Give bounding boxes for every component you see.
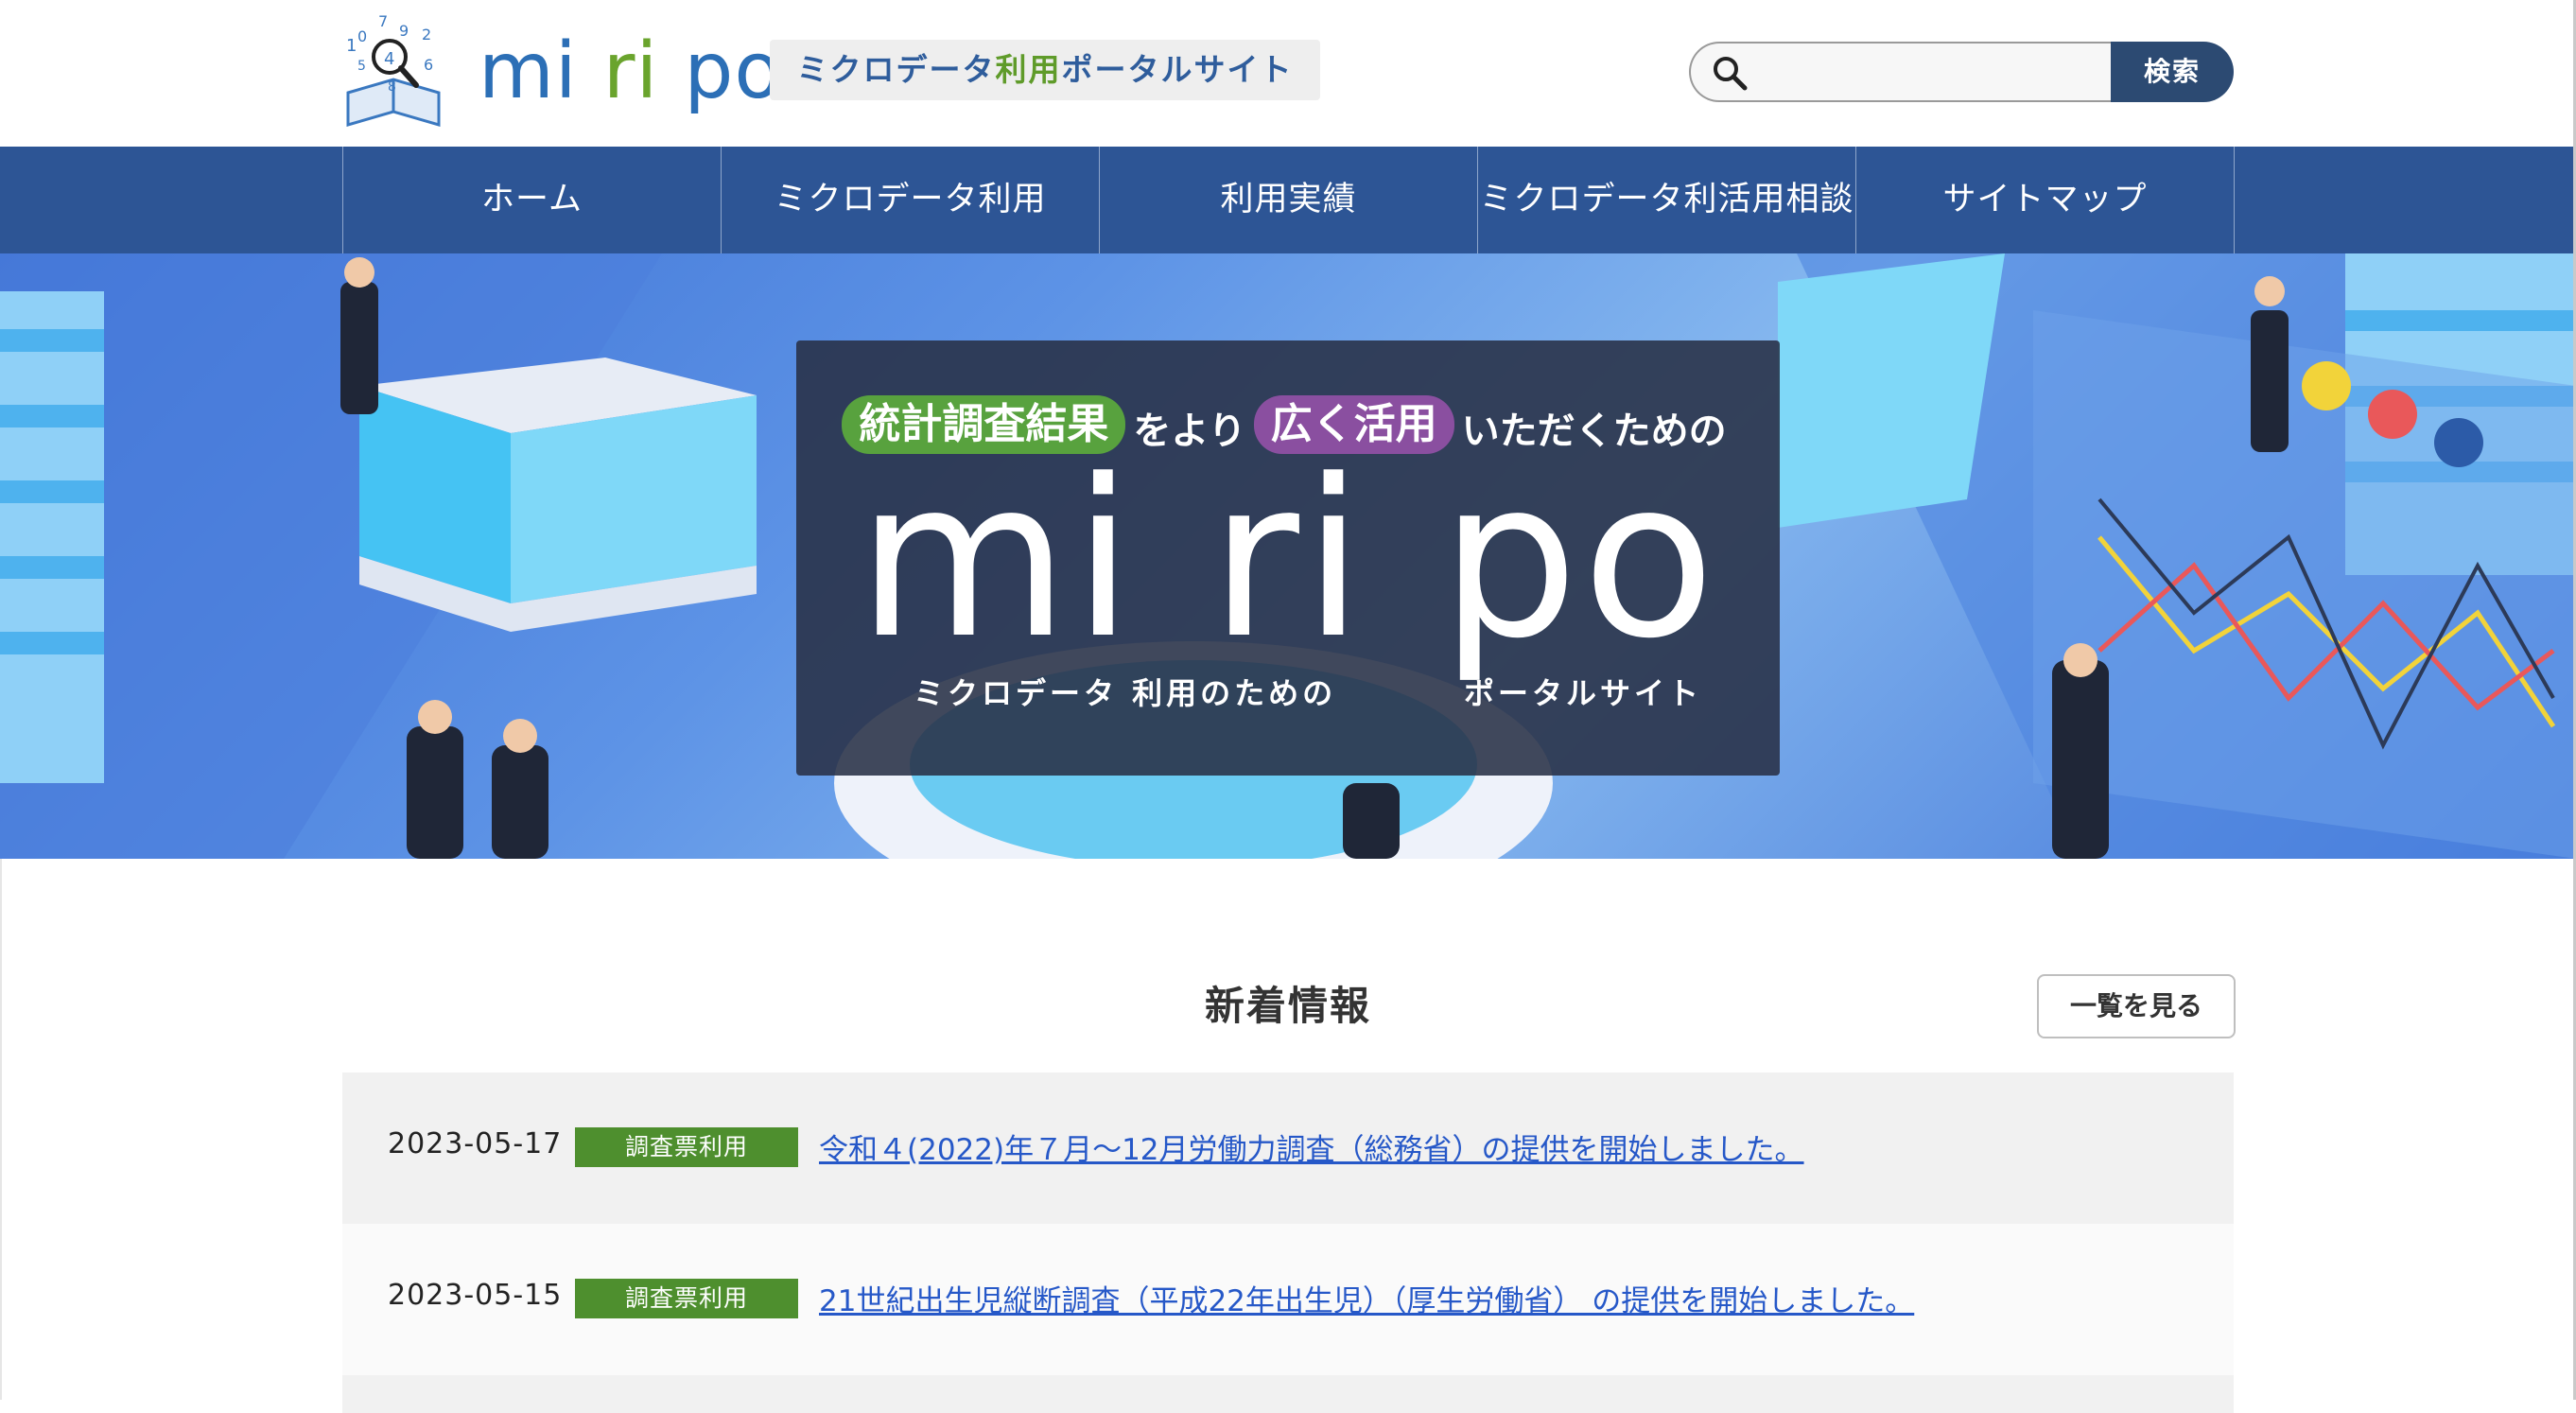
hero-caption-left: ミクロデータ 利用のための xyxy=(914,675,1337,711)
news-link[interactable]: 令和４(2022)年７月〜12月労働力調査（総務省）の提供を開始しました。 xyxy=(819,1125,1804,1168)
svg-text:8: 8 xyxy=(388,79,396,95)
svg-text:1: 1 xyxy=(346,36,357,56)
hero-title-panel: 統計調査結果 をより 広く活用 いただくための mi ri po ミクロデータ 利用の… xyxy=(796,340,1780,776)
hero-banner: 統計調査結果 をより 広く活用 いただくための mi ri po ミクロデータ 利用の… xyxy=(0,253,2576,859)
news-link[interactable]: 21世紀出生児縦断調査（平成22年出生児）（厚生労働省） の提供を開始しました。 xyxy=(819,1277,1914,1319)
news-date: 2023-05-15 xyxy=(388,1279,563,1312)
site-logo[interactable]: 1 0 7 9 2 5 6 8 4 mi ri po xyxy=(340,13,782,134)
news-item: 2023-05-15 調査票利用 21世紀出生児縦断調査（平成22年出生児）（厚… xyxy=(342,1224,2234,1375)
hero-title: mi ri po xyxy=(857,434,1719,687)
svg-text:2: 2 xyxy=(422,26,431,44)
svg-text:0: 0 xyxy=(357,27,367,45)
news-category-badge: 調査票利用 xyxy=(575,1279,798,1318)
svg-text:7: 7 xyxy=(378,13,388,30)
news-item: 2023-05-17 調査票利用 令和４(2022)年７月〜12月労働力調査（総… xyxy=(342,1073,2234,1224)
svg-text:5: 5 xyxy=(357,59,366,74)
nav-item-sitemap[interactable]: サイトマップ xyxy=(1856,147,2235,253)
nav-item-microdata-use[interactable]: ミクロデータ利用 xyxy=(722,147,1100,253)
search-button[interactable]: 検索 xyxy=(2111,42,2234,102)
svg-text:9: 9 xyxy=(399,22,409,40)
hero-caption-right: ポータルサイト xyxy=(1464,675,1703,711)
search-box xyxy=(1689,42,2113,102)
site-tagline: ミクロデータ利用ポータルサイト xyxy=(770,40,1320,100)
site-header: 1 0 7 9 2 5 6 8 4 mi ri po ミクロデータ利用ポータルサ… xyxy=(0,0,2576,147)
news-item-partial xyxy=(342,1375,2234,1413)
global-nav: ホーム ミクロデータ利用 利用実績 ミクロデータ利活用相談 サイトマップ xyxy=(0,147,2576,253)
svg-text:6: 6 xyxy=(424,56,433,74)
logo-wordmark: mi ri po xyxy=(479,26,783,116)
nav-item-consultation[interactable]: ミクロデータ利活用相談 xyxy=(1478,147,1856,253)
view-all-news-button[interactable]: 一覧を見る xyxy=(2037,974,2236,1038)
search-icon xyxy=(1714,57,1748,91)
logo-book-magnifier-icon: 1 0 7 9 2 5 6 8 4 xyxy=(346,13,441,127)
site-search: 検索 xyxy=(1689,42,2234,102)
search-input[interactable] xyxy=(1763,49,2107,98)
nav-item-usage-results[interactable]: 利用実績 xyxy=(1100,147,1478,253)
news-date: 2023-05-17 xyxy=(388,1127,563,1160)
news-category-badge: 調査票利用 xyxy=(575,1127,798,1167)
news-list: 2023-05-17 調査票利用 令和４(2022)年７月〜12月労働力調査（総… xyxy=(342,1073,2234,1413)
svg-text:4: 4 xyxy=(384,49,394,69)
nav-item-home[interactable]: ホーム xyxy=(343,147,722,253)
